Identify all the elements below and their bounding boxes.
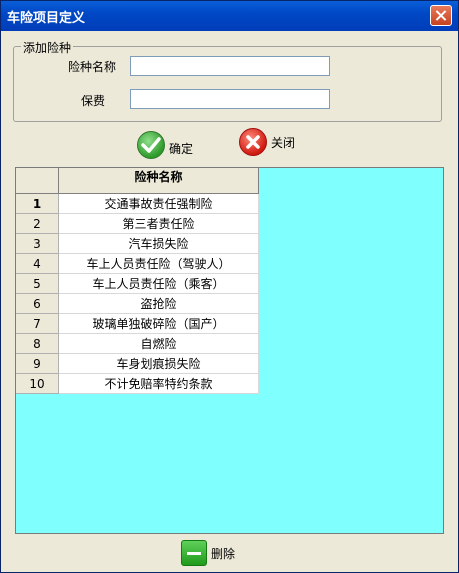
insurance-name-cell[interactable]: 车上人员责任险（驾驶人） bbox=[58, 253, 259, 274]
minus-icon bbox=[181, 540, 207, 566]
insurance-name-cell[interactable]: 交通事故责任强制险 bbox=[58, 193, 259, 214]
insurance-name-cell[interactable]: 车身划痕损失险 bbox=[58, 353, 259, 374]
row-number[interactable]: 8 bbox=[16, 333, 59, 354]
row-number[interactable]: 6 bbox=[16, 293, 59, 314]
table-row[interactable]: 5 车上人员责任险（乘客） bbox=[16, 273, 259, 294]
row-number[interactable]: 3 bbox=[16, 233, 59, 254]
ok-button[interactable]: 确定 bbox=[137, 131, 193, 159]
close-button-label: 关闭 bbox=[271, 135, 296, 150]
insurance-grid[interactable]: 险种名称 1 交通事故责任强制险 2 第三者责任险 3 汽车损失险 4 车上人员责任险（驾驶人… bbox=[15, 167, 444, 534]
checkmark-icon bbox=[137, 131, 165, 159]
table-row[interactable]: 2 第三者责任险 bbox=[16, 213, 259, 234]
table-row[interactable]: 8 自燃险 bbox=[16, 333, 259, 354]
insurance-name-cell[interactable]: 不计免赔率特约条款 bbox=[58, 373, 259, 394]
table-row[interactable]: 6 盗抢险 bbox=[16, 293, 259, 314]
delete-button[interactable]: 删除 bbox=[181, 540, 235, 566]
row-number[interactable]: 5 bbox=[16, 273, 59, 294]
ok-button-label: 确定 bbox=[169, 141, 194, 156]
row-number[interactable]: 9 bbox=[16, 353, 59, 374]
insurance-name-cell[interactable]: 自燃险 bbox=[58, 333, 259, 354]
row-number[interactable]: 4 bbox=[16, 253, 59, 274]
insurance-name-cell[interactable]: 汽车损失险 bbox=[58, 233, 259, 254]
premium-input[interactable] bbox=[130, 89, 330, 109]
title-bar[interactable]: 车险项目定义 bbox=[1, 1, 458, 31]
row-number[interactable]: 1 bbox=[16, 193, 59, 214]
group-title: 添加险种 bbox=[21, 39, 74, 56]
table-row[interactable]: 4 车上人员责任险（驾驶人） bbox=[16, 253, 259, 274]
grid-corner[interactable] bbox=[16, 168, 59, 194]
window-title: 车险项目定义 bbox=[7, 11, 86, 26]
insurance-name-cell[interactable]: 玻璃单独破碎险（国产） bbox=[58, 313, 259, 334]
table-row[interactable]: 9 车身划痕损失险 bbox=[16, 353, 259, 374]
window-close-button[interactable] bbox=[430, 5, 452, 26]
insurance-table: 险种名称 1 交通事故责任强制险 2 第三者责任险 3 汽车损失险 4 车上人员责任险（驾驶人… bbox=[16, 168, 259, 394]
insurance-name-cell[interactable]: 车上人员责任险（乘客） bbox=[58, 273, 259, 294]
table-row[interactable]: 3 汽车损失险 bbox=[16, 233, 259, 254]
insurance-name-input[interactable] bbox=[130, 56, 330, 76]
insurance-name-label: 险种名称 bbox=[68, 60, 117, 74]
premium-label: 保费 bbox=[81, 94, 106, 108]
dialog-window: 车险项目定义 添加险种 险种名称 保费 确定 关闭 险种名称 1 交通事故责任强制… bbox=[0, 0, 459, 573]
table-row[interactable]: 10 不计免赔率特约条款 bbox=[16, 373, 259, 394]
close-x-icon bbox=[239, 128, 267, 156]
table-row[interactable]: 1 交通事故责任强制险 bbox=[16, 193, 259, 214]
table-row[interactable]: 7 玻璃单独破碎险（国产） bbox=[16, 313, 259, 334]
column-header-insurance-name[interactable]: 险种名称 bbox=[58, 168, 259, 194]
delete-button-label: 删除 bbox=[211, 546, 236, 561]
row-number[interactable]: 2 bbox=[16, 213, 59, 234]
close-button[interactable]: 关闭 bbox=[239, 128, 295, 156]
insurance-name-cell[interactable]: 盗抢险 bbox=[58, 293, 259, 314]
insurance-name-cell[interactable]: 第三者责任险 bbox=[58, 213, 259, 234]
row-number[interactable]: 10 bbox=[16, 373, 59, 394]
row-number[interactable]: 7 bbox=[16, 313, 59, 334]
